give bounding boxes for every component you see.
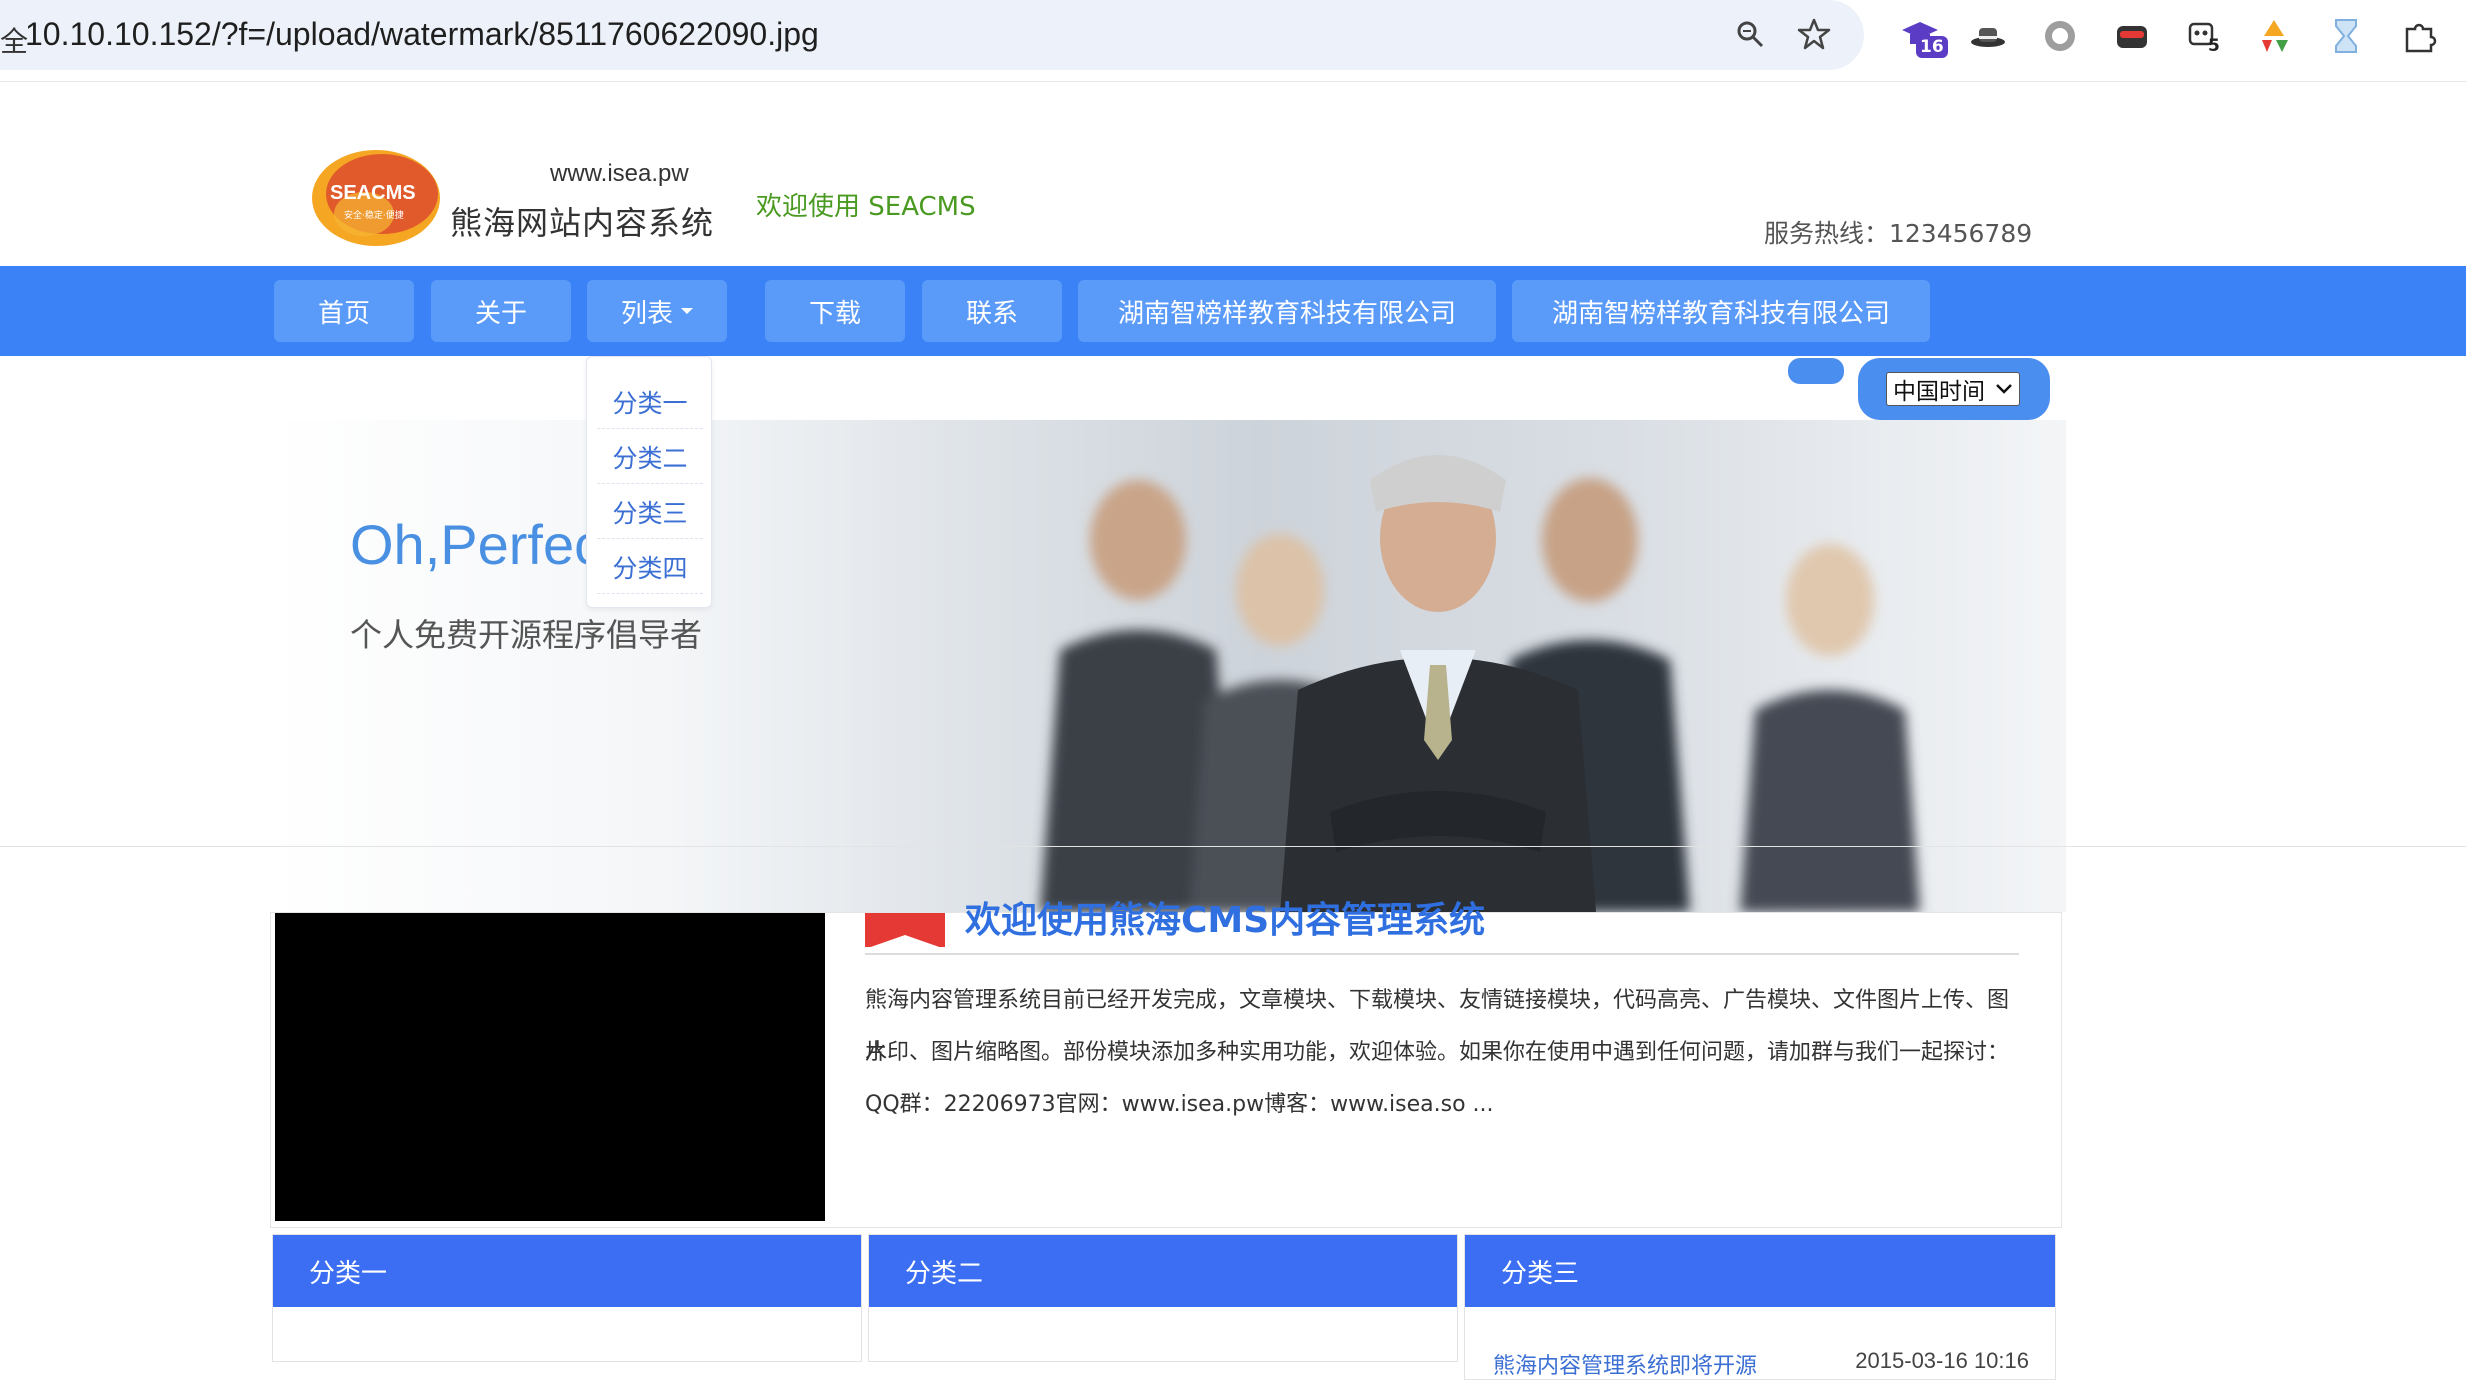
category-header[interactable]: 分类三 [1465,1235,2055,1307]
logo-text: SEACMS [330,182,416,204]
chevron-down-icon [1996,384,2012,394]
dropdown-item-category-1[interactable]: 分类一 [597,375,703,429]
article-date: 2015-03-16 10:16 [1855,1348,2029,1373]
category-box-3: 分类三 熊海内容管理系统即将开源 2015-03-16 10:16 [1464,1234,2056,1380]
hero-subtitle: 个人免费开源程序倡导者 [350,616,703,654]
dropdown-item-category-2[interactable]: 分类二 [597,430,703,484]
hero-banner: Oh,Perfect 个人免费开源程序倡导者 [270,420,2066,912]
hat-icon[interactable] [1966,14,2010,58]
dropdown-item-category-3[interactable]: 分类三 [597,485,703,539]
intro-line-2: 水印、图片缩略图。部份模块添加多种实用功能，欢迎体验。如果你在使用中遇到任何问题… [865,1040,2010,1065]
logo-tagline: 安全·稳定·便捷 [344,211,404,221]
mask-icon[interactable] [2110,14,2154,58]
business-people-image [1040,455,1920,912]
time-zone-select[interactable]: 中国时间 [1886,372,2020,406]
robot-icon[interactable]: 5 [2180,14,2224,58]
graduation-cap-icon[interactable]: 16 [1898,14,1948,58]
nav-company-1[interactable]: 湖南智榜样教育科技有限公司 [1078,280,1496,342]
hero-title: Oh,Perfect [350,513,618,576]
extension-count: 5 [2208,36,2220,56]
intro-image-placeholder [275,913,825,1221]
intro-divider [865,953,2019,955]
zoom-icon[interactable] [1730,14,1770,54]
site-url: www.isea.pw [550,160,689,187]
browser-toolbar: 全 10.10.10.152/?f=/upload/watermark/8511… [0,0,2466,82]
circle-icon[interactable] [2038,14,2082,58]
list-dropdown-menu: 分类一 分类二 分类三 分类四 [586,356,712,608]
divider [0,846,2466,847]
nav-home[interactable]: 首页 [274,280,414,342]
category-header[interactable]: 分类一 [273,1235,861,1307]
nav-company-2[interactable]: 湖南智榜样教育科技有限公司 [1512,280,1930,342]
dropdown-item-category-4[interactable]: 分类四 [597,540,703,594]
extension-badge: 16 [1916,36,1948,58]
category-box-2: 分类二 [868,1234,1458,1362]
article-link[interactable]: 熊海内容管理系统即将开源 [1493,1348,1757,1380]
nav-contact[interactable]: 联系 [922,280,1062,342]
blue-pill-button[interactable] [1788,358,1844,384]
site-name: 熊海网站内容系统 [450,204,715,242]
omnibox-edge-label: 全 [0,25,29,58]
puzzle-icon[interactable] [2398,14,2442,58]
hourglass-icon[interactable] [2324,14,2368,58]
service-hotline: 服务热线：123456789 [1764,219,2033,248]
nav-download[interactable]: 下载 [765,280,905,342]
intro-line-3: QQ群：22206973官网：www.isea.pw博客：www.isea.so… [865,1092,1494,1117]
main-navbar: 首页 关于 列表 下载 联系 湖南智榜样教育科技有限公司 湖南智榜样教育科技有限… [0,266,2466,356]
intro-panel: 欢迎使用熊海CMS内容管理系统 熊海内容管理系统目前已经开发完成，文章模块、下载… [270,900,2062,1228]
url-text[interactable]: 10.10.10.152/?f=/upload/watermark/851176… [25,16,819,53]
address-bar[interactable]: 全 10.10.10.152/?f=/upload/watermark/8511… [0,0,1864,70]
nav-about[interactable]: 关于 [431,280,571,342]
category-header[interactable]: 分类二 [869,1235,1457,1307]
category-box-1: 分类一 [272,1234,862,1362]
chevron-down-icon [681,308,693,314]
time-select-wrapper: 中国时间 [1858,358,2050,420]
nav-list[interactable]: 列表 [587,280,727,342]
bookmark-star-icon[interactable] [1794,14,1834,54]
welcome-text: 欢迎使用 SEACMS [756,192,976,222]
recycle-icon[interactable] [2252,14,2296,58]
intro-title[interactable]: 欢迎使用熊海CMS内容管理系统 [965,891,1485,943]
site-logo[interactable]: SEACMS 安全·稳定·便捷 [308,142,444,250]
